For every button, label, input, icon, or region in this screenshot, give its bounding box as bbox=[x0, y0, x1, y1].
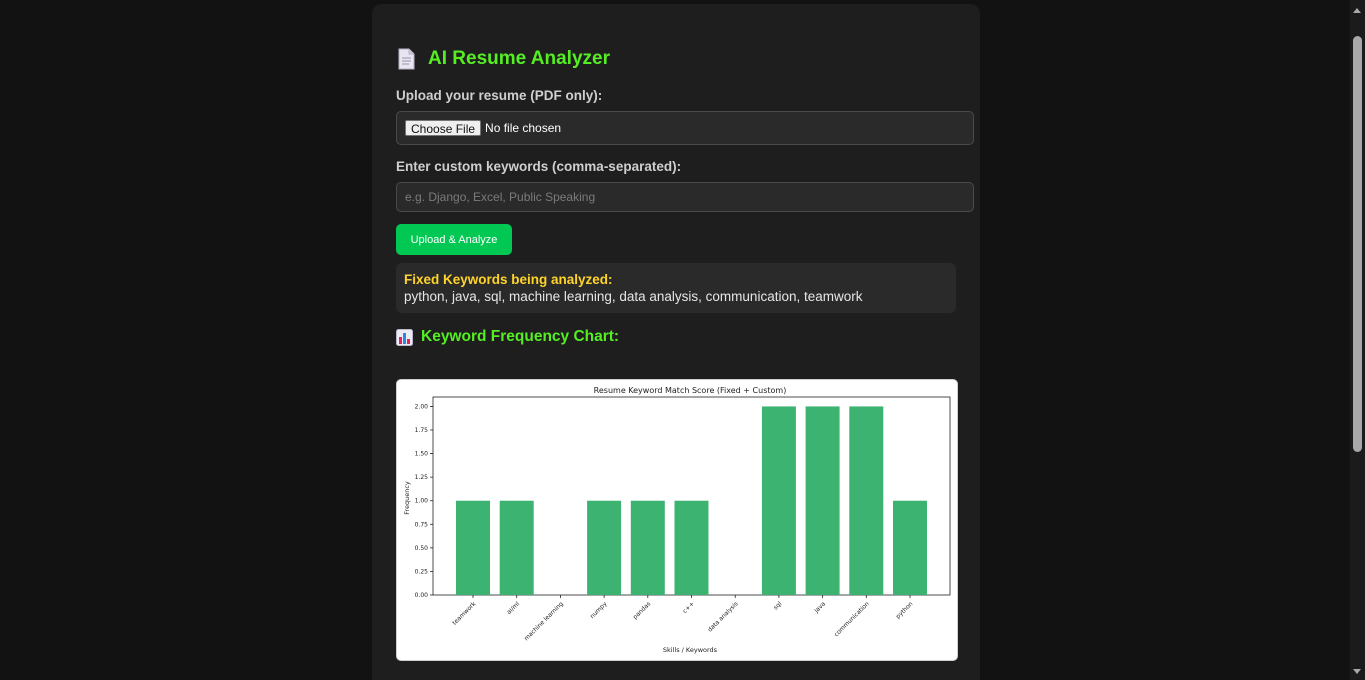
chart-heading-text: Keyword Frequency Chart: bbox=[421, 328, 620, 345]
chart-y-tick-label: 0.50 bbox=[415, 545, 429, 552]
upload-analyze-button[interactable]: Upload & Analyze bbox=[396, 224, 512, 255]
chart-y-tick-label: 2.00 bbox=[415, 403, 429, 410]
chart-x-tick-label: sql bbox=[772, 600, 783, 611]
chart-bar bbox=[805, 406, 840, 595]
custom-keywords-input[interactable] bbox=[396, 182, 974, 212]
keyword-chart: Resume Keyword Match Score (Fixed + Cust… bbox=[396, 379, 958, 661]
chart-bar bbox=[761, 406, 796, 595]
chart-x-tick-label: pandas bbox=[632, 600, 652, 620]
document-icon bbox=[398, 48, 415, 70]
scroll-up-arrow-icon[interactable] bbox=[1353, 8, 1361, 13]
page-title: AI Resume Analyzer bbox=[396, 46, 610, 72]
chart-y-tick-label: 1.25 bbox=[415, 474, 429, 481]
chart-x-tick-label: python bbox=[895, 600, 915, 620]
bar-chart-icon bbox=[396, 328, 413, 346]
chart-title: Resume Keyword Match Score (Fixed + Cust… bbox=[594, 386, 787, 395]
chart-y-tick-label: 0.00 bbox=[415, 592, 429, 599]
chart-y-tick-label: 0.25 bbox=[415, 568, 429, 575]
chart-x-tick-label: data analysis bbox=[707, 600, 740, 633]
chart-bar bbox=[893, 500, 927, 595]
chart-x-tick-label: ai/ml bbox=[506, 600, 522, 616]
chart-y-axis-label: Frequency bbox=[403, 481, 411, 515]
chart-heading: Keyword Frequency Chart: bbox=[396, 328, 619, 346]
fixed-keywords-list: python, java, sql, machine learning, dat… bbox=[404, 289, 863, 304]
page-title-text: AI Resume Analyzer bbox=[428, 48, 610, 69]
file-upload-field[interactable]: Choose File No file chosen bbox=[396, 111, 974, 145]
chart-bar bbox=[499, 500, 534, 595]
chart-x-tick-label: numpy bbox=[589, 600, 609, 620]
chart-x-tick-label: machine learning bbox=[523, 600, 565, 642]
chart-y-tick-label: 1.50 bbox=[415, 451, 429, 458]
chart-bar bbox=[674, 500, 709, 595]
chart-x-axis-label: Skills / Keywords bbox=[663, 646, 718, 654]
chart-bar bbox=[849, 406, 884, 595]
chart-x-tick-label: java bbox=[812, 600, 827, 615]
keywords-label: Enter custom keywords (comma-separated): bbox=[396, 159, 682, 174]
chart-y-tick-label: 0.75 bbox=[415, 521, 429, 528]
keyword-chart-svg: Resume Keyword Match Score (Fixed + Cust… bbox=[403, 386, 951, 654]
file-status: No file chosen bbox=[485, 121, 562, 135]
chart-bar bbox=[630, 500, 665, 595]
page: AI Resume Analyzer Upload your resume (P… bbox=[0, 0, 1365, 680]
fixed-keywords-title: Fixed Keywords being analyzed: bbox=[404, 272, 613, 287]
upload-label: Upload your resume (PDF only): bbox=[396, 88, 603, 103]
chart-bar bbox=[456, 500, 490, 595]
chart-bar bbox=[587, 500, 622, 595]
analyzer-card: AI Resume Analyzer Upload your resume (P… bbox=[372, 4, 980, 680]
scroll-thumb[interactable] bbox=[1353, 36, 1362, 452]
chart-x-tick-label: communication bbox=[833, 600, 871, 638]
fixed-keywords-panel: Fixed Keywords being analyzed: python, j… bbox=[396, 263, 956, 313]
chart-y-tick-label: 1.75 bbox=[415, 427, 429, 434]
chart-y-tick-label: 1.00 bbox=[415, 498, 429, 505]
page-scrollbar[interactable] bbox=[1350, 0, 1365, 680]
chart-x-tick-label: c++ bbox=[682, 600, 696, 614]
scroll-down-arrow-icon[interactable] bbox=[1353, 669, 1361, 674]
choose-file-button[interactable]: Choose File bbox=[405, 120, 482, 136]
chart-x-tick-label: teamwork bbox=[451, 600, 478, 627]
